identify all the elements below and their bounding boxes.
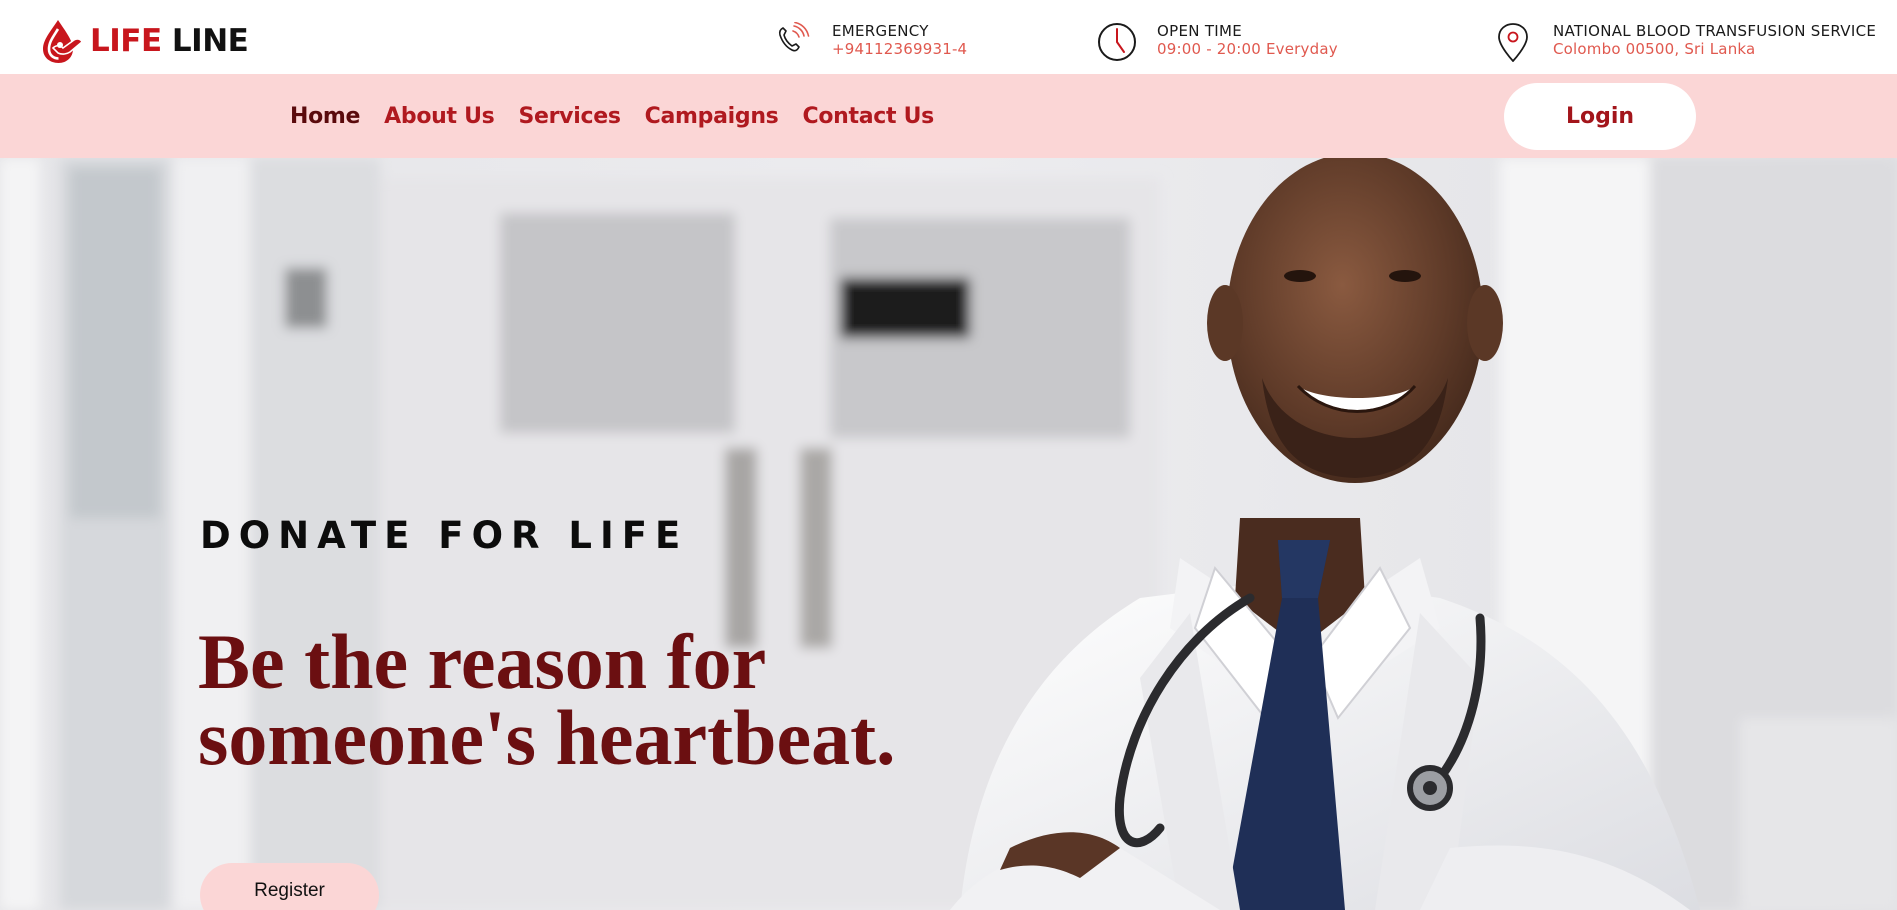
nav-home[interactable]: Home	[290, 104, 360, 129]
location-address: Colombo 00500, Sri Lanka	[1553, 40, 1756, 58]
login-button[interactable]: Login	[1504, 83, 1696, 150]
hero-headline: Be the reason for someone's heartbeat.	[198, 618, 896, 781]
emergency-label: EMERGENCY	[832, 22, 929, 40]
brand-logo[interactable]: LIFE LINE	[40, 18, 249, 64]
main-nav: Home About Us Services Campaigns Contact…	[0, 74, 1897, 158]
phone-icon	[778, 22, 810, 52]
open-time-value: 09:00 - 20:00 Everyday	[1157, 40, 1338, 58]
location-label: NATIONAL BLOOD TRANSFUSION SERVICE	[1553, 22, 1877, 40]
location-pin-icon	[1498, 23, 1528, 62]
top-info-bar: LIFE LINE EMERGENCY +94112369931-4 OPEN …	[0, 0, 1897, 74]
location-info: NATIONAL BLOOD TRANSFUSION SERVICE Colom…	[1493, 22, 1876, 62]
nav-links: Home About Us Services Campaigns Contact…	[290, 74, 958, 158]
nav-contact-us[interactable]: Contact Us	[802, 104, 934, 129]
open-time-label: OPEN TIME	[1157, 22, 1243, 40]
register-button[interactable]: Register	[200, 863, 379, 910]
clock-icon	[1098, 23, 1136, 61]
emergency-phone[interactable]: +94112369931-4	[832, 40, 967, 58]
hero-eyebrow: DONATE FOR LIFE	[200, 514, 689, 557]
blood-drop-logo-icon	[43, 20, 83, 63]
emergency-info: EMERGENCY +94112369931-4	[772, 22, 967, 62]
nav-about-us[interactable]: About Us	[384, 104, 495, 129]
hero-section: DONATE FOR LIFE Be the reason for someon…	[0, 158, 1897, 910]
nav-services[interactable]: Services	[518, 104, 620, 129]
brand-name: LIFE LINE	[90, 22, 249, 59]
nav-campaigns[interactable]: Campaigns	[645, 104, 779, 129]
open-time-info: OPEN TIME 09:00 - 20:00 Everyday	[1097, 22, 1338, 62]
